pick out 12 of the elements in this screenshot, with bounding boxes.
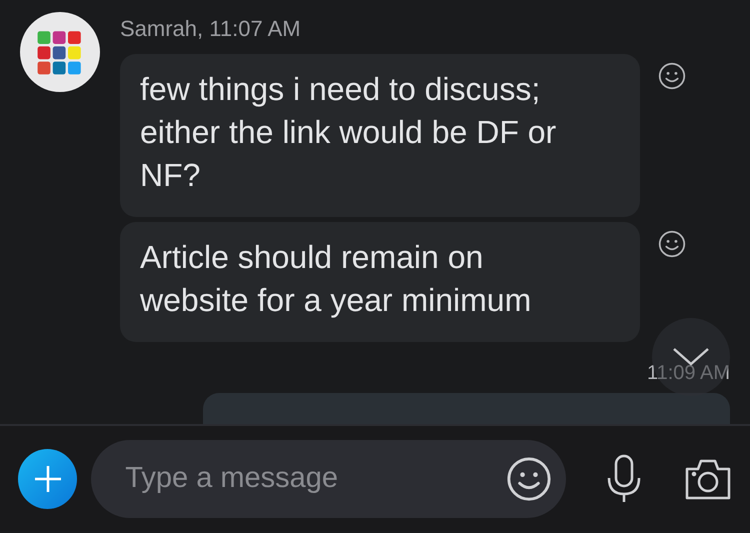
emoji-reaction-icon[interactable] bbox=[658, 62, 686, 90]
microphone-icon[interactable] bbox=[606, 454, 642, 504]
emoji-reaction-icon[interactable] bbox=[658, 230, 686, 258]
message-bubble: Article should remain on website for a year minimum bbox=[120, 222, 640, 342]
message-bubble: few things i need to discuss; either the link would be DF or NF? bbox=[120, 54, 640, 217]
message-input[interactable]: Type a message bbox=[123, 461, 506, 496]
emoji-icon[interactable] bbox=[506, 456, 552, 502]
chevron-down-icon bbox=[672, 347, 710, 367]
message-time: 11:09 AM bbox=[646, 362, 730, 385]
message-field[interactable]: Type a message bbox=[91, 440, 566, 518]
plus-icon bbox=[32, 464, 63, 494]
sender-name-time: Samrah, 11:07 AM bbox=[120, 16, 302, 42]
